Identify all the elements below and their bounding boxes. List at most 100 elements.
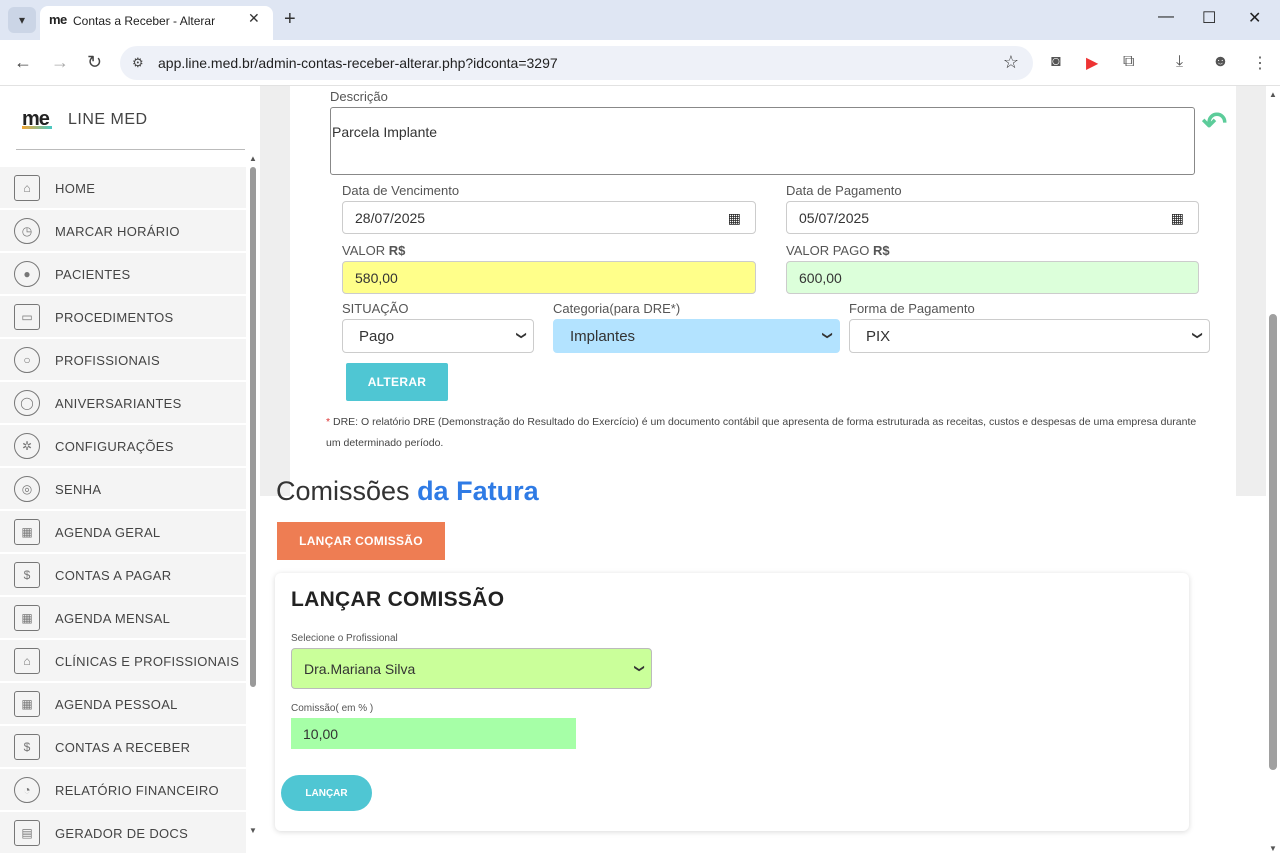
comissao-label: Comissão( em % ) (291, 703, 374, 714)
bookmark-star-icon[interactable]: ☆ (1003, 52, 1019, 73)
minimize-icon[interactable]: — (1158, 8, 1174, 26)
maximize-icon[interactable]: ☐ (1202, 8, 1216, 28)
valor-input[interactable]: 580,00 (342, 261, 756, 294)
sidebar-item-marcar-horario[interactable]: ◷ MARCAR HORÁRIO (0, 210, 246, 251)
sidebar-item-relatorio-financeiro[interactable]: ◔ RELATÓRIO FINANCEIRO (0, 769, 246, 810)
valor-pago-value: 600,00 (799, 269, 842, 286)
fingerprint-icon: ◎ (14, 476, 40, 502)
comissoes-title-plain: Comissões (276, 476, 410, 506)
forward-icon[interactable]: → (51, 52, 69, 73)
sidebar-item-contas-a-receber[interactable]: $ CONTAS A RECEBER (0, 726, 246, 767)
scroll-down-icon[interactable]: ▼ (249, 826, 257, 835)
sidebar-item-label: PROCEDIMENTOS (55, 310, 174, 325)
sidebar-item-aniversariantes[interactable]: ◯ ANIVERSARIANTES (0, 382, 246, 423)
sidebar: me LINE MED ⌂ HOME ◷ MARCAR HORÁRIO ● PACIE… (0, 86, 260, 857)
download-icon[interactable]: ⤓ (1176, 53, 1183, 71)
reload-icon[interactable]: ↻ (87, 52, 102, 73)
back-icon[interactable]: ← (14, 52, 32, 73)
user-icon: ● (14, 261, 40, 287)
scroll-down-icon[interactable]: ▼ (1269, 844, 1277, 853)
sidebar-scrollbar[interactable]: ▲ ▼ (247, 154, 259, 844)
sidebar-item-contas-a-pagar[interactable]: $ CONTAS A PAGAR (0, 554, 246, 595)
situacao-label: SITUAÇÃO (342, 301, 409, 316)
sidebar-item-agenda-mensal[interactable]: ▦ AGENDA MENSAL (0, 597, 246, 638)
sidebar-item-label: CONTAS A RECEBER (55, 740, 191, 755)
scroll-up-icon[interactable]: ▲ (249, 154, 257, 163)
site-info-icon[interactable]: ⚙ (132, 55, 144, 71)
sidebar-item-senha[interactable]: ◎ SENHA (0, 468, 246, 509)
vencimento-label: Data de Vencimento (342, 183, 460, 198)
sidebar-item-label: SENHA (55, 482, 102, 497)
sidebar-item-configuracoes[interactable]: ✲ CONFIGURAÇÕES (0, 425, 246, 466)
sidebar-item-clinicas-e-profissionais[interactable]: ⌂ CLÍNICAS E PROFISSIONAIS (0, 640, 246, 681)
valor-pago-input[interactable]: 600,00 (786, 261, 1199, 294)
profissional-label: Selecione o Profissional (291, 633, 398, 644)
sidebar-item-pacientes[interactable]: ● PACIENTES (0, 253, 246, 294)
main-scrollbar[interactable]: ▲ ▼ (1266, 86, 1280, 857)
lancar-comissao-button[interactable]: LANÇAR COMISSÃO (277, 522, 445, 560)
calendar-icon: ▦ (14, 519, 40, 545)
scroll-up-icon[interactable]: ▲ (1269, 90, 1277, 99)
sidebar-item-agenda-pessoal[interactable]: ▦ AGENDA PESSOAL (0, 683, 246, 724)
sidebar-item-gerador-de-docs[interactable]: ▤ GERADOR DE DOCS (0, 812, 246, 853)
menu-kebab-icon[interactable]: ⋮ (1252, 53, 1268, 73)
calendar-icon: ▦ (14, 605, 40, 631)
main-content: Descrição Parcela Implante ↶ Data de Ven… (260, 86, 1280, 857)
tab-close-icon[interactable]: ✕ (248, 10, 260, 27)
alterar-button[interactable]: ALTERAR (346, 363, 448, 401)
bank-icon: ⌂ (14, 175, 40, 201)
valor-label-text: VALOR (342, 243, 386, 258)
vencimento-value: 28/07/2025 (355, 209, 426, 226)
forma-pagamento-select[interactable]: PIX ❯ (849, 319, 1210, 353)
brand-name: LINE MED (68, 111, 148, 128)
categoria-value: Implantes (570, 327, 636, 345)
categoria-label: Categoria(para DRE*) (553, 301, 681, 316)
sidebar-item-profissionais[interactable]: ○ PROFISSIONAIS (0, 339, 246, 380)
calendar-picker-icon[interactable]: ▦ (728, 210, 741, 227)
sidebar-item-label: PACIENTES (55, 267, 131, 282)
profile-icon[interactable]: ☻ (1212, 53, 1229, 71)
situacao-value: Pago (359, 327, 395, 345)
lancar-button[interactable]: LANÇAR (281, 775, 372, 811)
calendar-picker-icon[interactable]: ▦ (1171, 210, 1184, 227)
comissao-input[interactable]: 10,00 (291, 718, 576, 749)
id-card-icon: ▤ (14, 820, 40, 846)
window-close-icon[interactable]: ✕ (1248, 8, 1261, 28)
pagamento-value: 05/07/2025 (799, 209, 870, 226)
situacao-select[interactable]: Pago ❯ (342, 319, 534, 353)
sidebar-item-agenda-geral[interactable]: ▦ AGENDA GERAL (0, 511, 246, 552)
descricao-label: Descrição (330, 89, 388, 104)
bills-icon: $ (14, 734, 40, 760)
descricao-textarea[interactable]: Parcela Implante (330, 107, 1195, 175)
profissional-select[interactable]: Dra.Mariana Silva ❯ (291, 648, 652, 689)
pie-chart-icon: ◔ (14, 777, 40, 803)
sidebar-item-label: HOME (55, 181, 96, 196)
chevron-down-icon: ❯ (633, 664, 645, 673)
pagamento-date-input[interactable]: 05/07/2025 ▦ (786, 201, 1199, 234)
extensions-icon[interactable]: ⧉ (1123, 53, 1134, 71)
box-icon: ▭ (14, 304, 40, 330)
tab-list-dropdown-icon[interactable]: ▾ (8, 7, 36, 33)
bills-icon: $ (14, 562, 40, 588)
lancar-comissao-title: LANÇAR COMISSÃO (291, 588, 505, 611)
gear-icon: ✲ (14, 433, 40, 459)
sidebar-item-home[interactable]: ⌂ HOME (0, 167, 246, 208)
sidebar-scroll-thumb[interactable] (250, 167, 256, 687)
browser-tab[interactable]: me Contas a Receber - Alterar ✕ (40, 6, 273, 40)
new-tab-icon[interactable]: + (284, 8, 296, 31)
valor-pago-currency: R$ (872, 243, 890, 258)
main-scroll-thumb[interactable] (1269, 314, 1277, 770)
dre-note: * DRE: O relatório DRE (Demonstração do … (326, 412, 1206, 454)
url-text[interactable]: app.line.med.br/admin-contas-receber-alt… (158, 55, 558, 71)
sidebar-item-label: CONTAS A PAGAR (55, 568, 172, 583)
dre-note-text: DRE: O relatório DRE (Demonstração do Re… (326, 416, 1197, 449)
address-bar[interactable]: ⚙ app.line.med.br/admin-contas-receber-a… (120, 46, 1033, 80)
back-arrow-icon[interactable]: ↶ (1202, 106, 1227, 141)
youtube-extension-icon[interactable]: ▶ (1086, 53, 1098, 73)
vencimento-date-input[interactable]: 28/07/2025 ▦ (342, 201, 756, 234)
calendar-icon: ▦ (14, 691, 40, 717)
sidebar-item-procedimentos[interactable]: ▭ PROCEDIMENTOS (0, 296, 246, 337)
note-asterisk: * (326, 416, 331, 428)
camera-icon[interactable]: ◙ (1051, 53, 1061, 71)
categoria-select[interactable]: Implantes ❯ (553, 319, 840, 353)
